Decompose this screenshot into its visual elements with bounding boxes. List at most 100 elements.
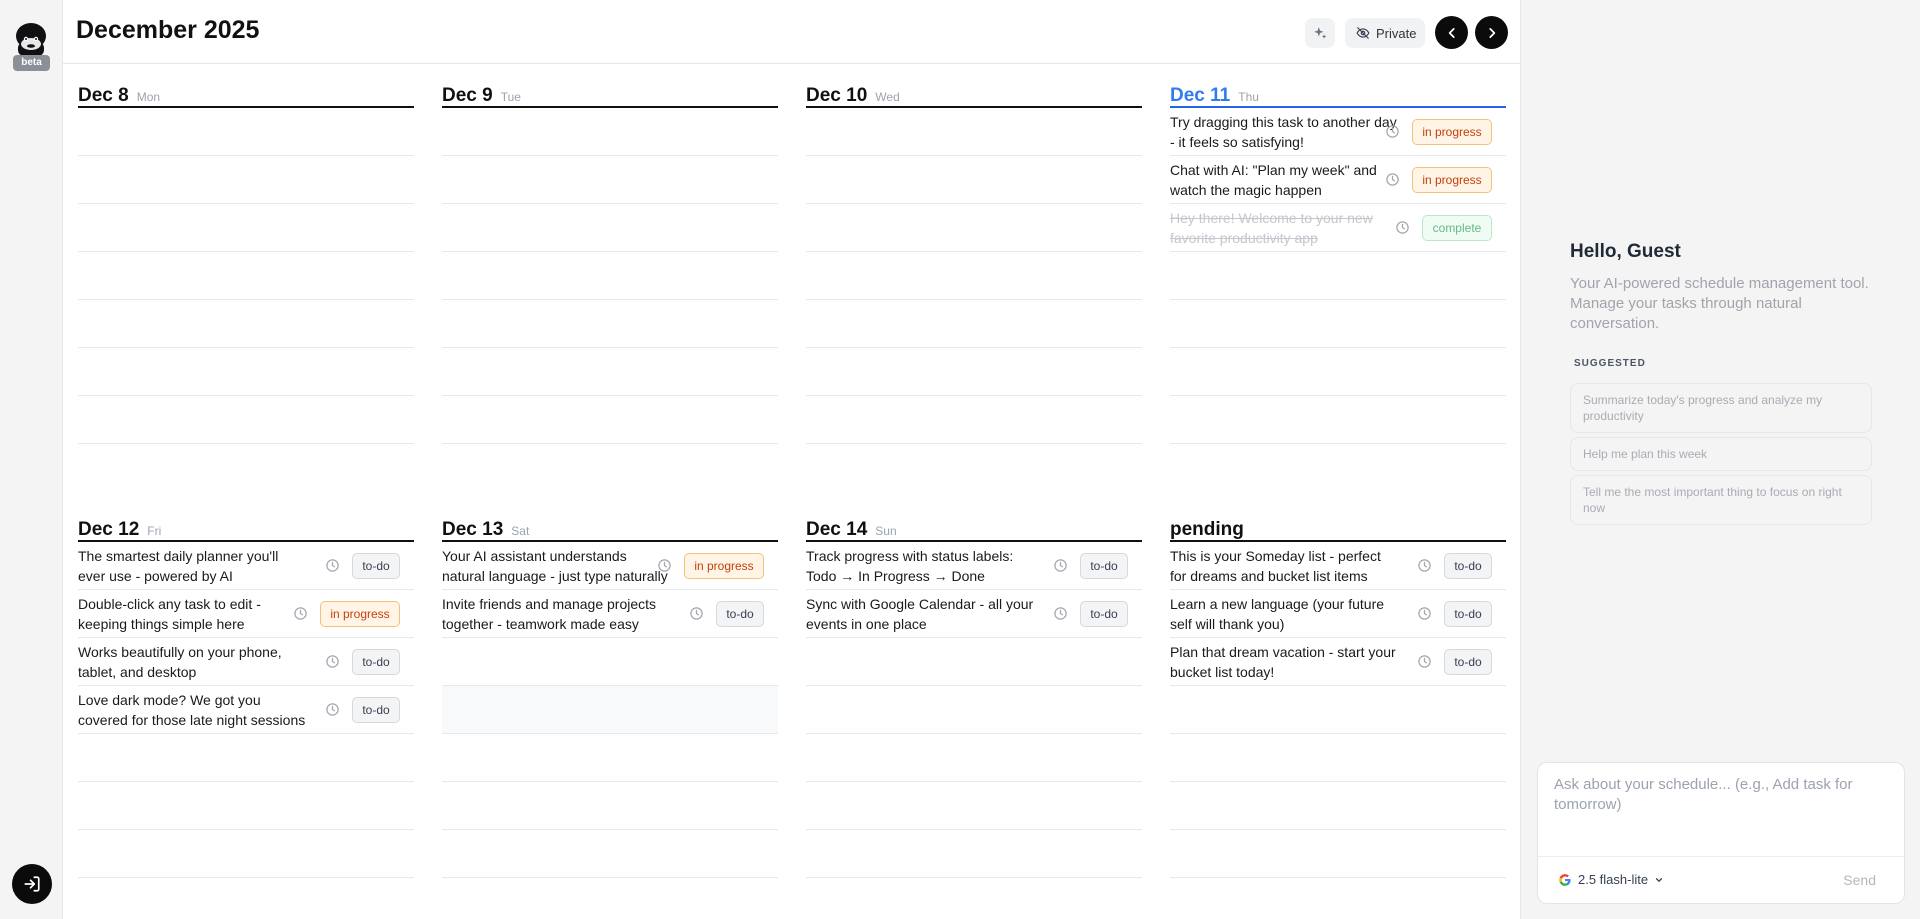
empty-slot[interactable]	[78, 348, 414, 396]
task-text[interactable]: Love dark mode? We got you covered for t…	[78, 690, 308, 730]
ai-sparkle-button[interactable]	[1305, 18, 1335, 48]
status-badge[interactable]: in progress	[684, 552, 764, 579]
private-toggle-button[interactable]: Private	[1345, 18, 1425, 48]
send-button[interactable]: Send	[1843, 872, 1876, 888]
clock-icon[interactable]	[657, 558, 672, 573]
task-text[interactable]: Your AI assistant understands natural la…	[442, 546, 672, 586]
status-badge[interactable]: to-do	[1444, 648, 1492, 675]
task-text[interactable]: Try dragging this task to another day - …	[1170, 112, 1400, 152]
clock-icon[interactable]	[689, 606, 704, 621]
empty-slot[interactable]	[442, 108, 778, 156]
clock-icon[interactable]	[325, 654, 340, 669]
empty-slot[interactable]	[78, 396, 414, 444]
status-badge[interactable]: complete	[1422, 214, 1492, 241]
task-row[interactable]: Learn a new language (your future self w…	[1170, 590, 1506, 638]
empty-slot[interactable]	[78, 830, 414, 878]
empty-slot[interactable]	[806, 348, 1142, 396]
status-badge[interactable]: in progress	[1412, 166, 1492, 193]
clock-icon[interactable]	[1417, 606, 1432, 621]
status-badge[interactable]: to-do	[352, 696, 400, 723]
clock-icon[interactable]	[325, 702, 340, 717]
task-row[interactable]: The smartest daily planner you'll ever u…	[78, 542, 414, 590]
empty-slot[interactable]	[78, 782, 414, 830]
task-row[interactable]: Love dark mode? We got you covered for t…	[78, 686, 414, 734]
chat-input[interactable]	[1554, 775, 1874, 839]
status-badge[interactable]: to-do	[716, 600, 764, 627]
empty-slot[interactable]	[806, 204, 1142, 252]
empty-slot[interactable]	[78, 734, 414, 782]
empty-slot[interactable]	[1170, 830, 1506, 878]
empty-slot[interactable]	[442, 252, 778, 300]
clock-icon[interactable]	[1417, 654, 1432, 669]
task-row[interactable]: Hey there! Welcome to your new favorite …	[1170, 204, 1506, 252]
empty-slot[interactable]	[442, 204, 778, 252]
task-row[interactable]: This is your Someday list - perfect for …	[1170, 542, 1506, 590]
empty-slot[interactable]	[806, 156, 1142, 204]
next-week-button[interactable]	[1475, 16, 1508, 49]
status-badge[interactable]: to-do	[1444, 552, 1492, 579]
task-text[interactable]: Works beautifully on your phone, tablet,…	[78, 642, 308, 682]
suggestion-button[interactable]: Summarize today's progress and analyze m…	[1570, 383, 1872, 433]
empty-slot[interactable]	[806, 782, 1142, 830]
clock-icon[interactable]	[1053, 558, 1068, 573]
prev-week-button[interactable]	[1435, 16, 1468, 49]
empty-slot[interactable]	[78, 300, 414, 348]
clock-icon[interactable]	[293, 606, 308, 621]
status-badge[interactable]: to-do	[1080, 600, 1128, 627]
empty-slot[interactable]	[1170, 734, 1506, 782]
empty-slot[interactable]	[1170, 300, 1506, 348]
status-badge[interactable]: to-do	[352, 552, 400, 579]
task-text[interactable]: Plan that dream vacation - start your bu…	[1170, 642, 1400, 682]
empty-slot[interactable]	[806, 108, 1142, 156]
login-button[interactable]	[12, 864, 52, 904]
empty-slot[interactable]	[442, 300, 778, 348]
empty-slot[interactable]	[442, 686, 778, 734]
empty-slot[interactable]	[1170, 252, 1506, 300]
task-row[interactable]: Plan that dream vacation - start your bu…	[1170, 638, 1506, 686]
status-badge[interactable]: to-do	[1444, 600, 1492, 627]
task-row[interactable]: Sync with Google Calendar - all your eve…	[806, 590, 1142, 638]
empty-slot[interactable]	[1170, 348, 1506, 396]
suggestion-button[interactable]: Help me plan this week	[1570, 437, 1872, 471]
clock-icon[interactable]	[325, 558, 340, 573]
task-text[interactable]: Hey there! Welcome to your new favorite …	[1170, 208, 1400, 248]
suggestion-button[interactable]: Tell me the most important thing to focu…	[1570, 475, 1872, 525]
empty-slot[interactable]	[806, 830, 1142, 878]
task-text[interactable]: Invite friends and manage projects toget…	[442, 594, 672, 634]
empty-slot[interactable]	[1170, 686, 1506, 734]
empty-slot[interactable]	[442, 830, 778, 878]
empty-slot[interactable]	[1170, 396, 1506, 444]
task-row[interactable]: Your AI assistant understands natural la…	[442, 542, 778, 590]
task-row[interactable]: Try dragging this task to another day - …	[1170, 108, 1506, 156]
clock-icon[interactable]	[1417, 558, 1432, 573]
task-row[interactable]: Double-click any task to edit - keeping …	[78, 590, 414, 638]
task-text[interactable]: Sync with Google Calendar - all your eve…	[806, 594, 1036, 634]
clock-icon[interactable]	[1385, 172, 1400, 187]
empty-slot[interactable]	[442, 782, 778, 830]
empty-slot[interactable]	[442, 396, 778, 444]
empty-slot[interactable]	[442, 348, 778, 396]
empty-slot[interactable]	[1170, 782, 1506, 830]
empty-slot[interactable]	[78, 156, 414, 204]
task-text[interactable]: The smartest daily planner you'll ever u…	[78, 546, 308, 586]
empty-slot[interactable]	[806, 252, 1142, 300]
clock-icon[interactable]	[1395, 220, 1410, 235]
task-text[interactable]: Track progress with status labels: Todo …	[806, 546, 1036, 586]
task-text[interactable]: Learn a new language (your future self w…	[1170, 594, 1400, 634]
task-text[interactable]: Double-click any task to edit - keeping …	[78, 594, 308, 634]
empty-slot[interactable]	[806, 396, 1142, 444]
status-badge[interactable]: in progress	[1412, 118, 1492, 145]
empty-slot[interactable]	[806, 638, 1142, 686]
empty-slot[interactable]	[442, 734, 778, 782]
task-text[interactable]: This is your Someday list - perfect for …	[1170, 546, 1400, 586]
empty-slot[interactable]	[442, 638, 778, 686]
task-text[interactable]: Chat with AI: "Plan my week" and watch t…	[1170, 160, 1400, 200]
model-selector[interactable]: 2.5 flash-lite	[1558, 872, 1664, 887]
task-row[interactable]: Chat with AI: "Plan my week" and watch t…	[1170, 156, 1506, 204]
task-row[interactable]: Invite friends and manage projects toget…	[442, 590, 778, 638]
status-badge[interactable]: in progress	[320, 600, 400, 627]
empty-slot[interactable]	[442, 156, 778, 204]
clock-icon[interactable]	[1385, 124, 1400, 139]
clock-icon[interactable]	[1053, 606, 1068, 621]
empty-slot[interactable]	[806, 734, 1142, 782]
